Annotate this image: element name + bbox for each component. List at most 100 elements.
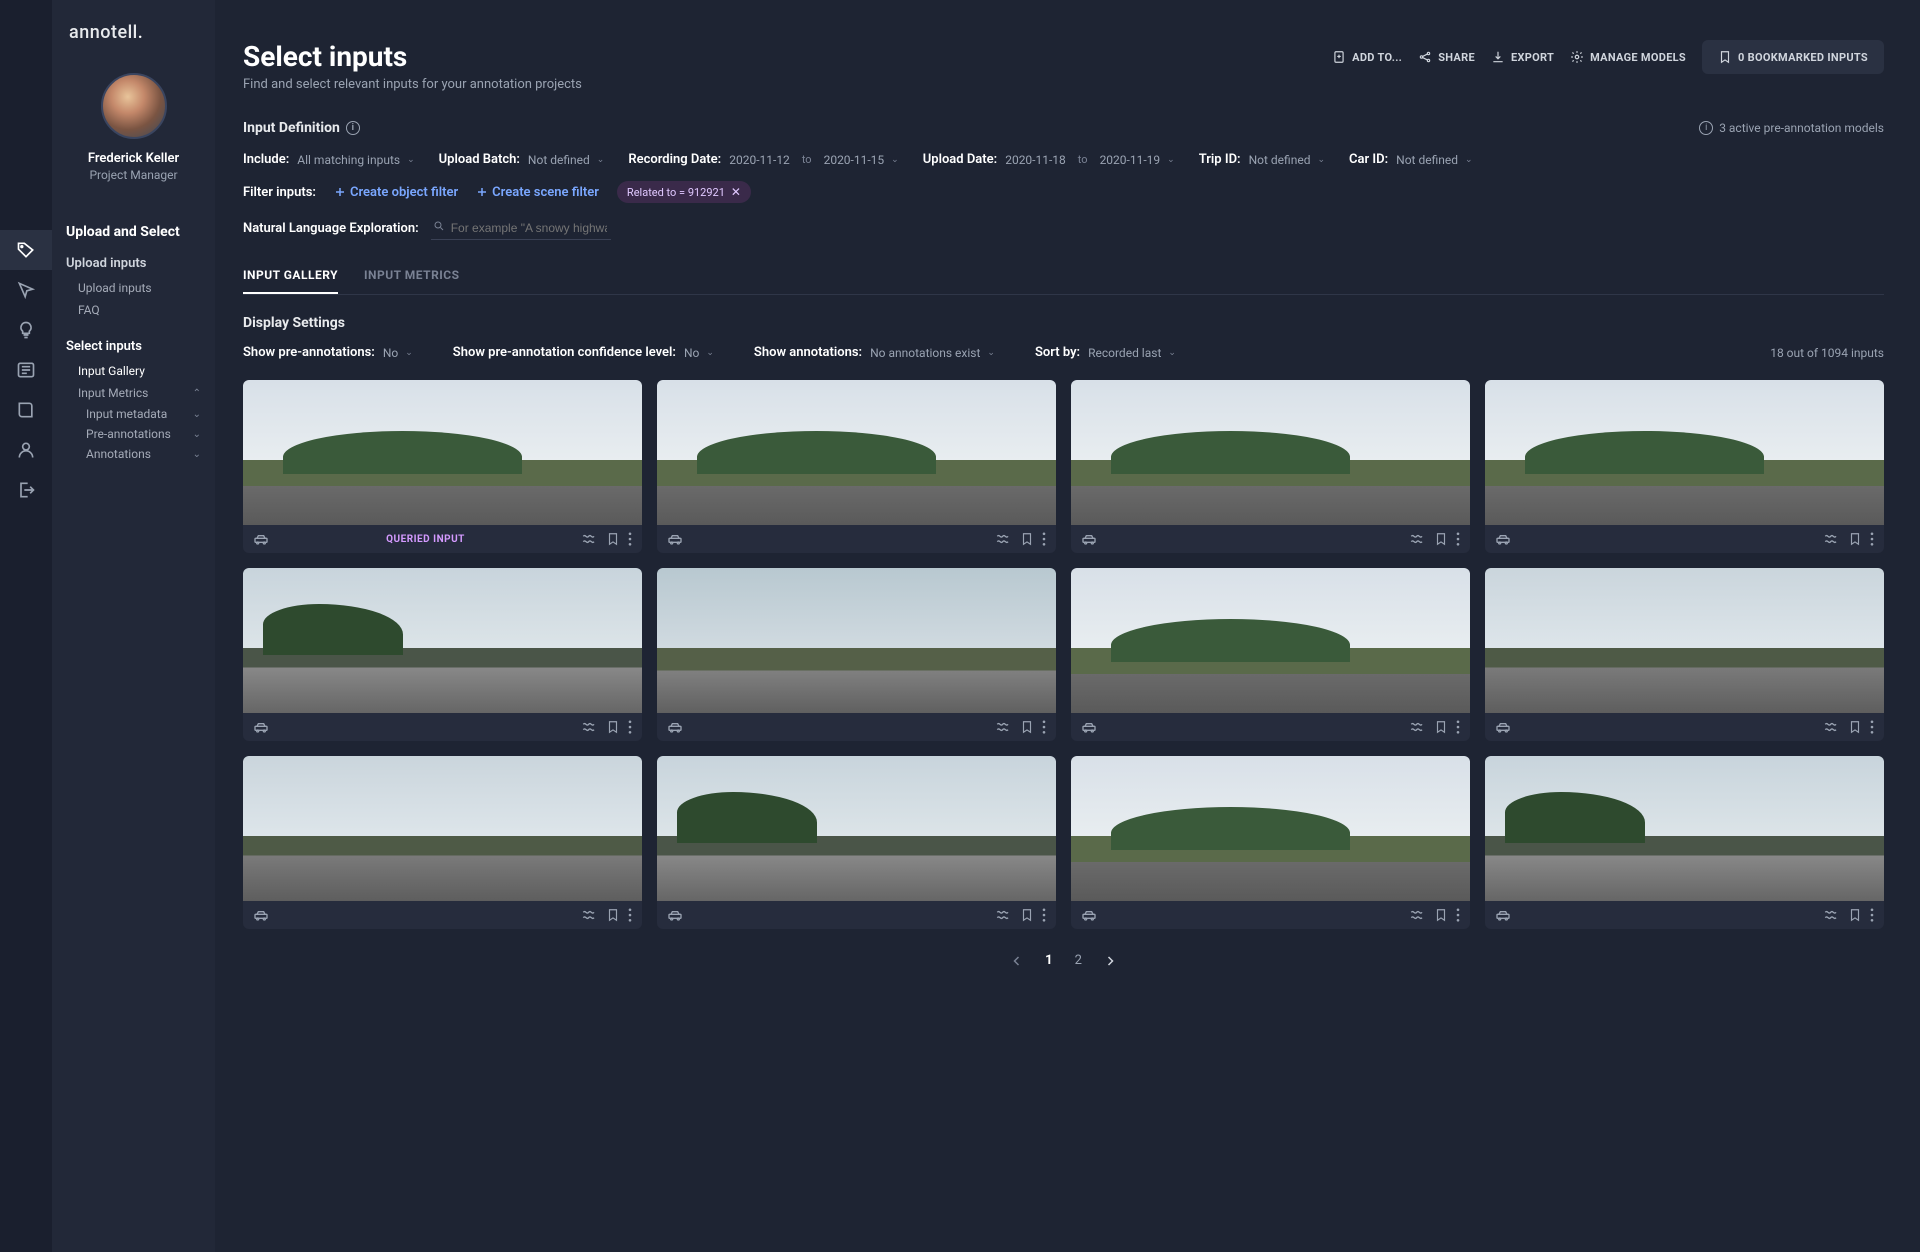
more-icon[interactable] xyxy=(628,532,632,546)
card-thumbnail[interactable] xyxy=(1485,756,1884,901)
more-icon[interactable] xyxy=(1042,532,1046,546)
car-id-dropdown[interactable]: Not defined⌄ xyxy=(1396,153,1472,167)
bookmark-icon[interactable] xyxy=(606,532,620,546)
card-thumbnail[interactable] xyxy=(657,380,1056,525)
bookmark-icon[interactable] xyxy=(606,908,620,922)
tab-input-metrics[interactable]: INPUT METRICS xyxy=(364,268,459,294)
gallery-card[interactable] xyxy=(657,380,1056,553)
bookmark-icon[interactable] xyxy=(1020,720,1034,734)
card-thumbnail[interactable] xyxy=(1485,380,1884,525)
similar-icon[interactable] xyxy=(1824,533,1840,545)
create-object-filter-button[interactable]: Create object filter xyxy=(334,185,458,200)
similar-icon[interactable] xyxy=(582,721,598,733)
similar-icon[interactable] xyxy=(1410,721,1426,733)
gallery-card[interactable] xyxy=(1071,756,1470,929)
trip-id-dropdown[interactable]: Not defined⌄ xyxy=(1249,153,1325,167)
rail-tag-icon[interactable] xyxy=(0,230,52,270)
more-icon[interactable] xyxy=(1870,532,1874,546)
recording-date-from[interactable]: 2020-11-12 xyxy=(729,153,790,167)
more-icon[interactable] xyxy=(1456,532,1460,546)
more-icon[interactable] xyxy=(1870,908,1874,922)
similar-icon[interactable] xyxy=(1824,909,1840,921)
sort-by-dropdown[interactable]: Recorded last⌄ xyxy=(1088,346,1176,360)
upload-batch-dropdown[interactable]: Not defined⌄ xyxy=(528,153,604,167)
card-thumbnail[interactable] xyxy=(657,756,1056,901)
similar-icon[interactable] xyxy=(996,909,1012,921)
more-icon[interactable] xyxy=(1042,720,1046,734)
bookmark-icon[interactable] xyxy=(1020,908,1034,922)
card-thumbnail[interactable] xyxy=(243,380,642,525)
bookmark-icon[interactable] xyxy=(1434,908,1448,922)
bookmark-icon[interactable] xyxy=(1848,532,1862,546)
show-preann-dropdown[interactable]: No⌄ xyxy=(383,346,413,360)
more-icon[interactable] xyxy=(1870,720,1874,734)
gallery-card[interactable] xyxy=(657,568,1056,741)
card-thumbnail[interactable] xyxy=(1071,756,1470,901)
gallery-card[interactable] xyxy=(243,756,642,929)
share-button[interactable]: SHARE xyxy=(1418,50,1475,64)
rail-user-icon[interactable] xyxy=(0,430,52,470)
nav-annotations[interactable]: Annotations⌄ xyxy=(52,444,215,464)
gallery-card[interactable] xyxy=(1485,756,1884,929)
create-scene-filter-button[interactable]: Create scene filter xyxy=(476,185,599,200)
gallery-card[interactable]: QUERIED INPUT xyxy=(243,380,642,553)
bookmark-icon[interactable] xyxy=(1434,720,1448,734)
rail-logout-icon[interactable] xyxy=(0,470,52,510)
card-thumbnail[interactable] xyxy=(1071,568,1470,713)
bookmark-icon[interactable] xyxy=(1434,532,1448,546)
gallery-card[interactable] xyxy=(1485,568,1884,741)
similar-icon[interactable] xyxy=(582,909,598,921)
rail-cursor-icon[interactable] xyxy=(0,270,52,310)
nav-input-gallery[interactable]: Input Gallery xyxy=(52,360,215,382)
page-2[interactable]: 2 xyxy=(1075,953,1082,968)
nle-input[interactable] xyxy=(431,217,611,240)
info-icon[interactable]: i xyxy=(346,121,360,135)
more-icon[interactable] xyxy=(628,908,632,922)
models-info[interactable]: i 3 active pre-annotation models xyxy=(1699,121,1884,135)
similar-icon[interactable] xyxy=(996,533,1012,545)
page-next-icon[interactable] xyxy=(1104,955,1116,967)
rail-bulb-icon[interactable] xyxy=(0,310,52,350)
more-icon[interactable] xyxy=(1456,908,1460,922)
similar-icon[interactable] xyxy=(1824,721,1840,733)
manage-models-button[interactable]: MANAGE MODELS xyxy=(1570,50,1686,64)
bookmark-icon[interactable] xyxy=(606,720,620,734)
nav-input-metadata[interactable]: Input metadata⌄ xyxy=(52,404,215,424)
page-1[interactable]: 1 xyxy=(1045,953,1052,968)
gallery-card[interactable] xyxy=(1485,380,1884,553)
rail-book-icon[interactable] xyxy=(0,390,52,430)
recording-date-to[interactable]: 2020-11-15⌄ xyxy=(824,153,899,167)
similar-icon[interactable] xyxy=(582,533,598,545)
similar-icon[interactable] xyxy=(1410,533,1426,545)
card-thumbnail[interactable] xyxy=(1071,380,1470,525)
gallery-card[interactable] xyxy=(1071,568,1470,741)
add-to-button[interactable]: ADD TO... xyxy=(1332,50,1402,64)
card-thumbnail[interactable] xyxy=(1485,568,1884,713)
nav-input-metrics[interactable]: Input Metrics⌃ xyxy=(52,382,215,404)
filter-chip[interactable]: Related to = 912921 ✕ xyxy=(617,181,751,203)
rail-news-icon[interactable] xyxy=(0,350,52,390)
gallery-card[interactable] xyxy=(243,568,642,741)
bookmark-icon[interactable] xyxy=(1848,720,1862,734)
show-ann-dropdown[interactable]: No annotations exist⌄ xyxy=(870,346,995,360)
show-conf-dropdown[interactable]: No⌄ xyxy=(684,346,714,360)
more-icon[interactable] xyxy=(1042,908,1046,922)
page-prev-icon[interactable] xyxy=(1011,955,1023,967)
chip-remove-icon[interactable]: ✕ xyxy=(731,185,741,199)
more-icon[interactable] xyxy=(1456,720,1460,734)
gallery-card[interactable] xyxy=(1071,380,1470,553)
bookmark-icon[interactable] xyxy=(1020,532,1034,546)
card-thumbnail[interactable] xyxy=(243,568,642,713)
similar-icon[interactable] xyxy=(996,721,1012,733)
bookmark-icon[interactable] xyxy=(1848,908,1862,922)
tab-input-gallery[interactable]: INPUT GALLERY xyxy=(243,268,338,294)
nav-upload-inputs-sub[interactable]: Upload inputs xyxy=(52,277,215,299)
nav-pre-annotations[interactable]: Pre-annotations⌄ xyxy=(52,424,215,444)
avatar[interactable] xyxy=(101,73,167,139)
nav-upload-inputs[interactable]: Upload inputs xyxy=(52,250,215,277)
export-button[interactable]: EXPORT xyxy=(1491,50,1554,64)
card-thumbnail[interactable] xyxy=(657,568,1056,713)
card-thumbnail[interactable] xyxy=(243,756,642,901)
bookmarked-inputs-button[interactable]: 0 BOOKMARKED INPUTS xyxy=(1702,40,1884,74)
gallery-card[interactable] xyxy=(657,756,1056,929)
